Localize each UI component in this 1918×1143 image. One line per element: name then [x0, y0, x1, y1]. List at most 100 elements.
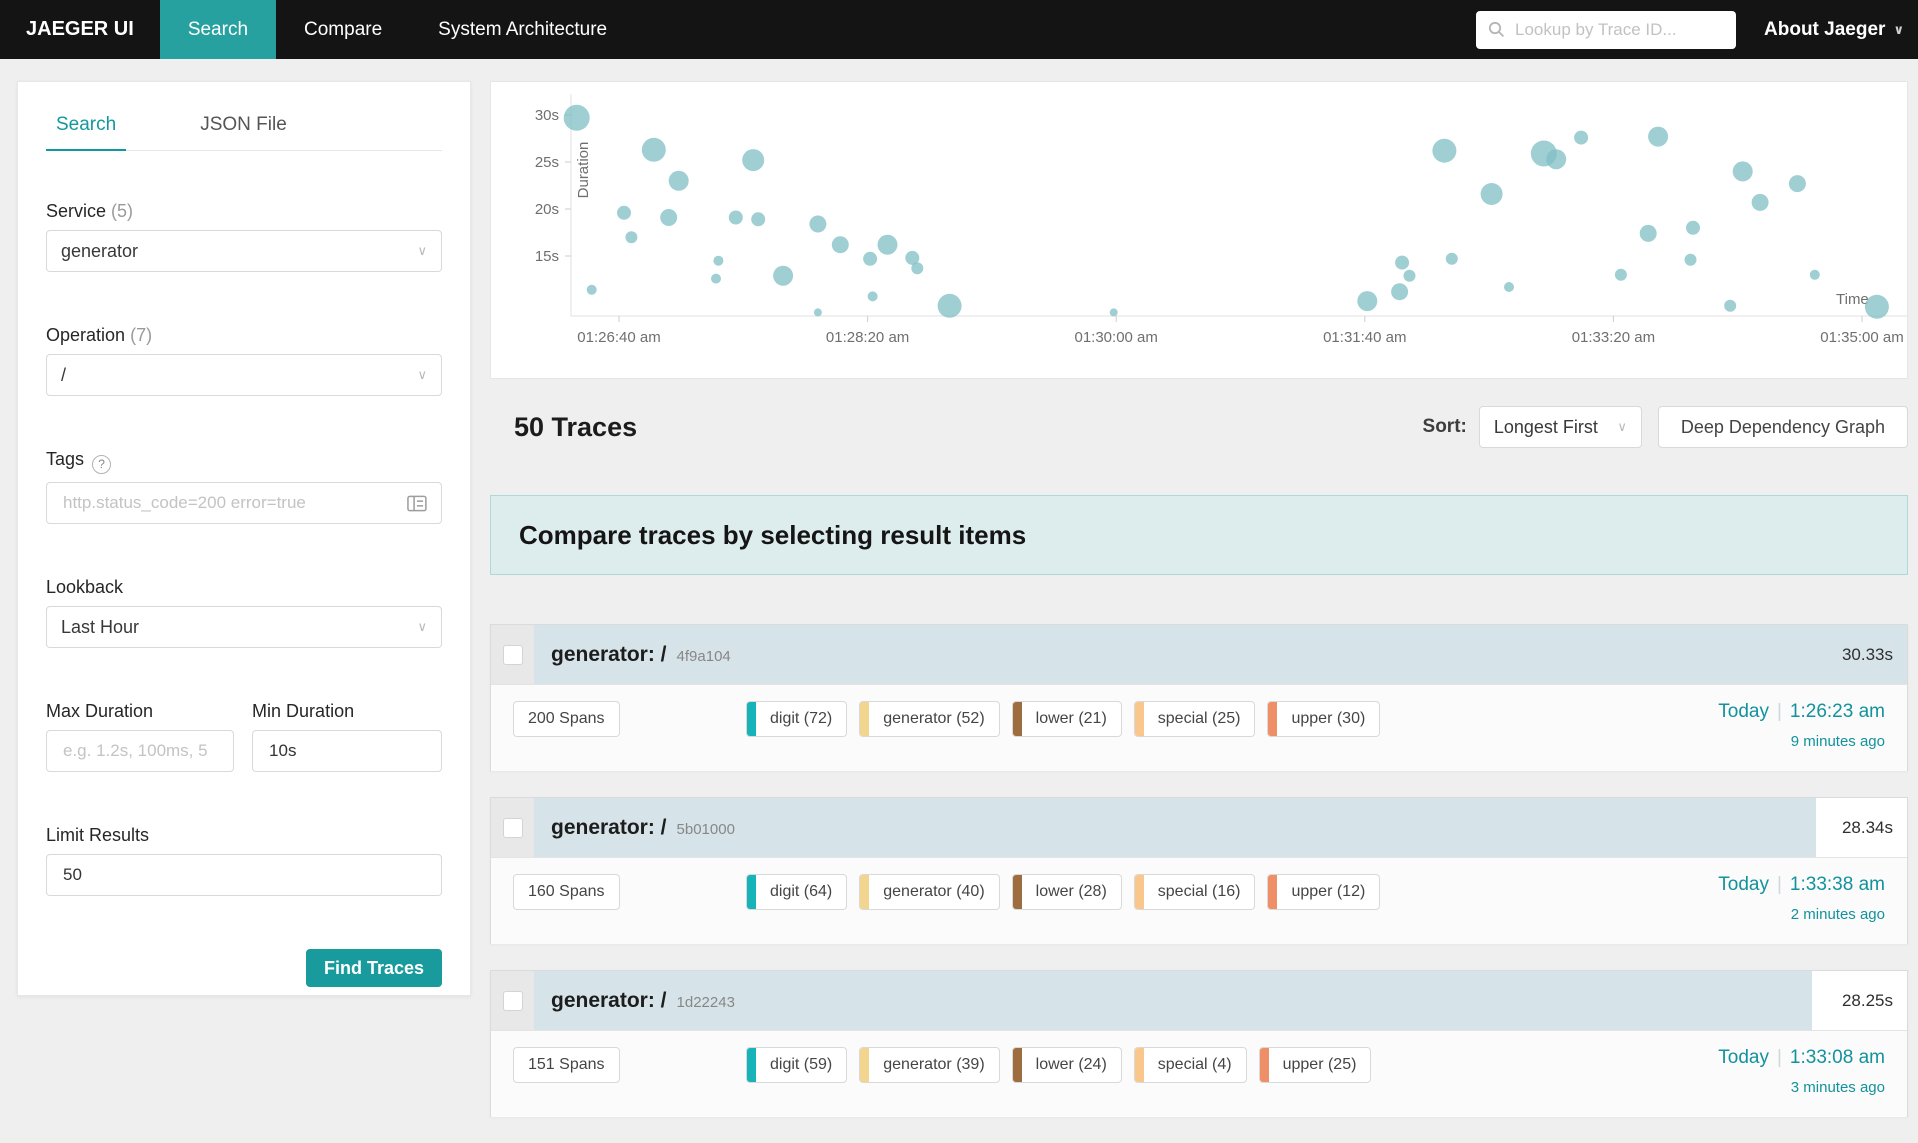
trace-select-checkbox[interactable] [502, 817, 523, 838]
tag-pill[interactable]: generator (52) [859, 701, 1000, 737]
min-duration-input[interactable] [267, 740, 427, 762]
scatter-point[interactable] [867, 291, 878, 302]
trace-time-link[interactable]: 1:26:23 am [1790, 701, 1885, 722]
scatter-point[interactable] [1732, 161, 1753, 182]
scatter-point[interactable] [1432, 138, 1457, 163]
deep-dependency-graph-button[interactable]: Deep Dependency Graph [1657, 406, 1908, 448]
duration-scatter-plot[interactable]: 30s 25s 20s 15s 01:26:40 am 01:28:20 am 01:30:… [491, 82, 1907, 378]
trace-day-link[interactable]: Today [1718, 874, 1769, 895]
tag-pill[interactable]: lower (21) [1011, 701, 1122, 737]
scatter-point[interactable] [742, 149, 765, 172]
tag-pill[interactable]: generator (40) [859, 874, 1000, 910]
scatter-point[interactable] [1445, 252, 1458, 265]
trace-result-card[interactable]: generator: / 1d22243 28.25s 151 Spans di… [490, 970, 1908, 1117]
question-circle-icon[interactable]: ? [92, 455, 112, 474]
tag-pill[interactable]: upper (12) [1267, 874, 1381, 910]
scatter-point[interactable] [1788, 175, 1806, 193]
trace-time-link[interactable]: 1:33:38 am [1790, 874, 1885, 895]
scatter-point[interactable] [563, 104, 590, 131]
service-select[interactable]: generator ∨ [46, 230, 442, 272]
tag-pill[interactable]: special (16) [1133, 874, 1256, 910]
limit-results-input[interactable] [61, 864, 427, 886]
scatter-point[interactable] [773, 265, 794, 286]
scatter-point[interactable] [617, 205, 631, 220]
span-count-button[interactable]: 160 Spans [513, 874, 620, 910]
scatter-point[interactable] [831, 236, 849, 254]
trace-result-card[interactable]: generator: / 5b01000 28.34s 160 Spans di… [490, 797, 1908, 944]
scatter-point[interactable] [1809, 269, 1820, 280]
tag-pill[interactable]: special (25) [1133, 701, 1256, 737]
trace-day-link[interactable]: Today [1718, 701, 1769, 722]
tag-pill[interactable]: lower (24) [1011, 1047, 1122, 1083]
scatter-point[interactable] [813, 308, 822, 317]
scatter-point[interactable] [1864, 294, 1889, 319]
trace-header[interactable]: generator: / 4f9a104 30.33s [491, 625, 1907, 685]
scatter-point[interactable] [1546, 149, 1567, 170]
scatter-point[interactable] [668, 170, 689, 191]
scatter-point[interactable] [863, 251, 878, 266]
tags-input[interactable] [61, 492, 408, 514]
scatter-point[interactable] [711, 273, 721, 284]
scatter-point[interactable] [1751, 193, 1769, 211]
tab-json-file[interactable]: JSON File [194, 114, 293, 150]
scatter-point[interactable] [586, 284, 597, 295]
span-count-button[interactable]: 200 Spans [513, 701, 620, 737]
trace-lookup-input[interactable] [1513, 18, 1725, 41]
app-logo[interactable]: JAEGER UI [0, 18, 160, 41]
operation-select[interactable]: / ∨ [46, 354, 442, 396]
scatter-point[interactable] [1574, 130, 1589, 145]
scatter-point[interactable] [937, 293, 962, 318]
trace-time-link[interactable]: 1:33:08 am [1790, 1047, 1885, 1068]
scatter-point[interactable] [877, 234, 898, 255]
scatter-point[interactable] [728, 210, 743, 225]
scatter-point[interactable] [1724, 299, 1737, 312]
trace-header[interactable]: generator: / 1d22243 28.25s [491, 971, 1907, 1031]
scatter-point[interactable] [1395, 255, 1410, 270]
tag-pill[interactable]: digit (72) [746, 701, 848, 737]
sort-select[interactable]: Longest First ∨ [1478, 406, 1642, 448]
scatter-point[interactable] [1614, 268, 1627, 281]
tag-pill[interactable]: digit (59) [746, 1047, 848, 1083]
tag-pill[interactable]: generator (39) [859, 1047, 1000, 1083]
scatter-point[interactable] [1403, 269, 1416, 282]
scatter-point[interactable] [911, 262, 924, 275]
scatter-point[interactable] [641, 137, 666, 162]
nav-tab-search[interactable]: Search [159, 0, 277, 59]
find-traces-button[interactable]: Find Traces [305, 949, 442, 987]
scatter-point[interactable] [713, 255, 724, 266]
scatter-point[interactable] [1684, 253, 1697, 266]
tab-search-label: Search [56, 114, 117, 135]
trace-day-link[interactable]: Today [1718, 1047, 1769, 1068]
nav-tab-system-architecture[interactable]: System Architecture [410, 0, 635, 59]
max-duration-input[interactable] [61, 740, 220, 762]
scatter-point[interactable] [625, 231, 638, 244]
nav-tab-compare[interactable]: Compare [276, 0, 410, 59]
scatter-point[interactable] [1357, 291, 1378, 312]
tags-table-icon[interactable] [407, 495, 427, 512]
trace-header[interactable]: generator: / 5b01000 28.34s [491, 798, 1907, 858]
tag-pill[interactable]: lower (28) [1011, 874, 1122, 910]
tag-pill[interactable]: upper (25) [1258, 1047, 1372, 1083]
span-count-button[interactable]: 151 Spans [513, 1047, 620, 1083]
scatter-point[interactable] [1480, 183, 1503, 205]
scatter-point[interactable] [1686, 220, 1700, 235]
scatter-point[interactable] [809, 215, 827, 233]
scatter-point[interactable] [1648, 126, 1669, 147]
lookback-select[interactable]: Last Hour ∨ [46, 606, 442, 648]
compare-banner-text: Compare traces by selecting result items [519, 519, 1027, 550]
scatter-point[interactable] [751, 212, 766, 227]
scatter-point[interactable] [1504, 282, 1514, 292]
tag-pill[interactable]: upper (30) [1267, 701, 1381, 737]
trace-select-checkbox[interactable] [502, 990, 523, 1011]
tag-pill[interactable]: special (4) [1133, 1047, 1247, 1083]
tag-pill[interactable]: digit (64) [746, 874, 848, 910]
tab-search[interactable]: Search [45, 114, 127, 151]
trace-select-checkbox[interactable] [502, 644, 523, 665]
scatter-point[interactable] [1391, 283, 1409, 301]
about-jaeger-menu[interactable]: About Jaeger ∨ [1764, 19, 1904, 41]
scatter-point[interactable] [660, 209, 678, 226]
scatter-point[interactable] [1639, 224, 1657, 242]
trace-result-card[interactable]: generator: / 4f9a104 30.33s 200 Spans di… [490, 624, 1908, 771]
scatter-point[interactable] [1109, 308, 1118, 317]
tag-color-stripe [747, 702, 756, 736]
